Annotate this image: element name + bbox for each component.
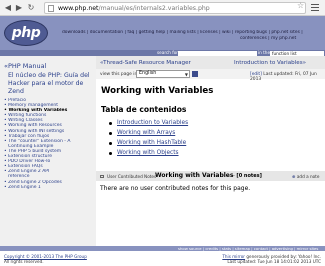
scope-label: in the — [258, 50, 271, 55]
sidebar-toc: • Prefacio • Memory management • Working w… — [4, 98, 94, 190]
chevron-down-icon: ▼ — [184, 72, 188, 77]
toc-heading: Tabla de contenidos — [101, 105, 187, 114]
list-item[interactable]: Working with Objects — [109, 148, 188, 158]
forward-icon[interactable]: ▶ — [14, 2, 24, 13]
browser-toolbar: ◀ ▶ ↻ www.php.net/manual/es/internals2.v… — [0, 0, 325, 16]
next-page-link[interactable]: Introduction to Variables» — [234, 60, 306, 66]
notes-title: Working with Variables — [155, 172, 234, 179]
language-label: view this page in — [100, 72, 138, 77]
url-path: /manual/es/internals2.variables.php — [98, 5, 210, 12]
notes-label: User Contributed Notes — [107, 174, 157, 179]
footer-links[interactable]: show source | credits | stats | sitemap … — [178, 246, 318, 251]
search-scope-select[interactable]: function list — [270, 50, 324, 56]
back-icon[interactable]: ◀ — [3, 2, 13, 13]
sidebar-title[interactable]: «PHP Manual — [4, 62, 46, 70]
last-updated: [edit] Last updated: Fri, 07 Jun 2013 — [250, 72, 317, 82]
page-icon — [48, 5, 54, 12]
toc-list: Introduction to Variables Working with A… — [109, 118, 188, 158]
list-item[interactable]: Introduction to Variables — [109, 118, 188, 128]
plus-icon: ⊕ — [292, 174, 296, 179]
list-item[interactable]: Working with HashTable — [109, 138, 188, 148]
add-note-button[interactable]: ⊕ add a note — [292, 174, 319, 179]
menu-icon[interactable] — [311, 4, 319, 11]
top-nav-links[interactable]: downloads | documentation | faq | gettin… — [62, 30, 324, 35]
list-item[interactable]: Working with Arrays — [109, 128, 188, 138]
mirror-info: This mirror generously provided by: Yaho… — [222, 254, 321, 264]
address-bar[interactable]: www.php.net/manual/es/internals2.variabl… — [44, 2, 306, 14]
site-header — [0, 16, 325, 54]
url-host: www.php.net — [58, 5, 99, 12]
top-nav-links-2[interactable]: conferences | my php.net — [240, 36, 324, 41]
notes-icon — [100, 175, 104, 178]
change-language-button[interactable] — [192, 71, 198, 77]
copyright: Copyright © 2001-2013 The PHP Group All … — [4, 254, 87, 264]
sidebar-book-title[interactable]: El núcleo de PHP: Guía del Hacker para e… — [8, 72, 94, 96]
search-label: search for — [157, 50, 178, 55]
sidebar-item[interactable]: • Zend Engine 1 — [4, 185, 94, 190]
no-notes-message: There are no user contributed notes for … — [100, 185, 251, 192]
prev-page-link[interactable]: «Thread-Safe Resource Manager — [100, 60, 191, 66]
reload-icon[interactable]: ↻ — [26, 2, 36, 13]
php-logo[interactable]: php — [4, 20, 48, 46]
page-title: Working with Variables — [101, 86, 214, 96]
notes-count: - [0 notes] — [233, 173, 262, 179]
search-input[interactable] — [178, 50, 257, 56]
language-select[interactable]: English ▼ — [136, 70, 190, 78]
bookmark-star-icon[interactable]: ☆ — [297, 1, 304, 10]
